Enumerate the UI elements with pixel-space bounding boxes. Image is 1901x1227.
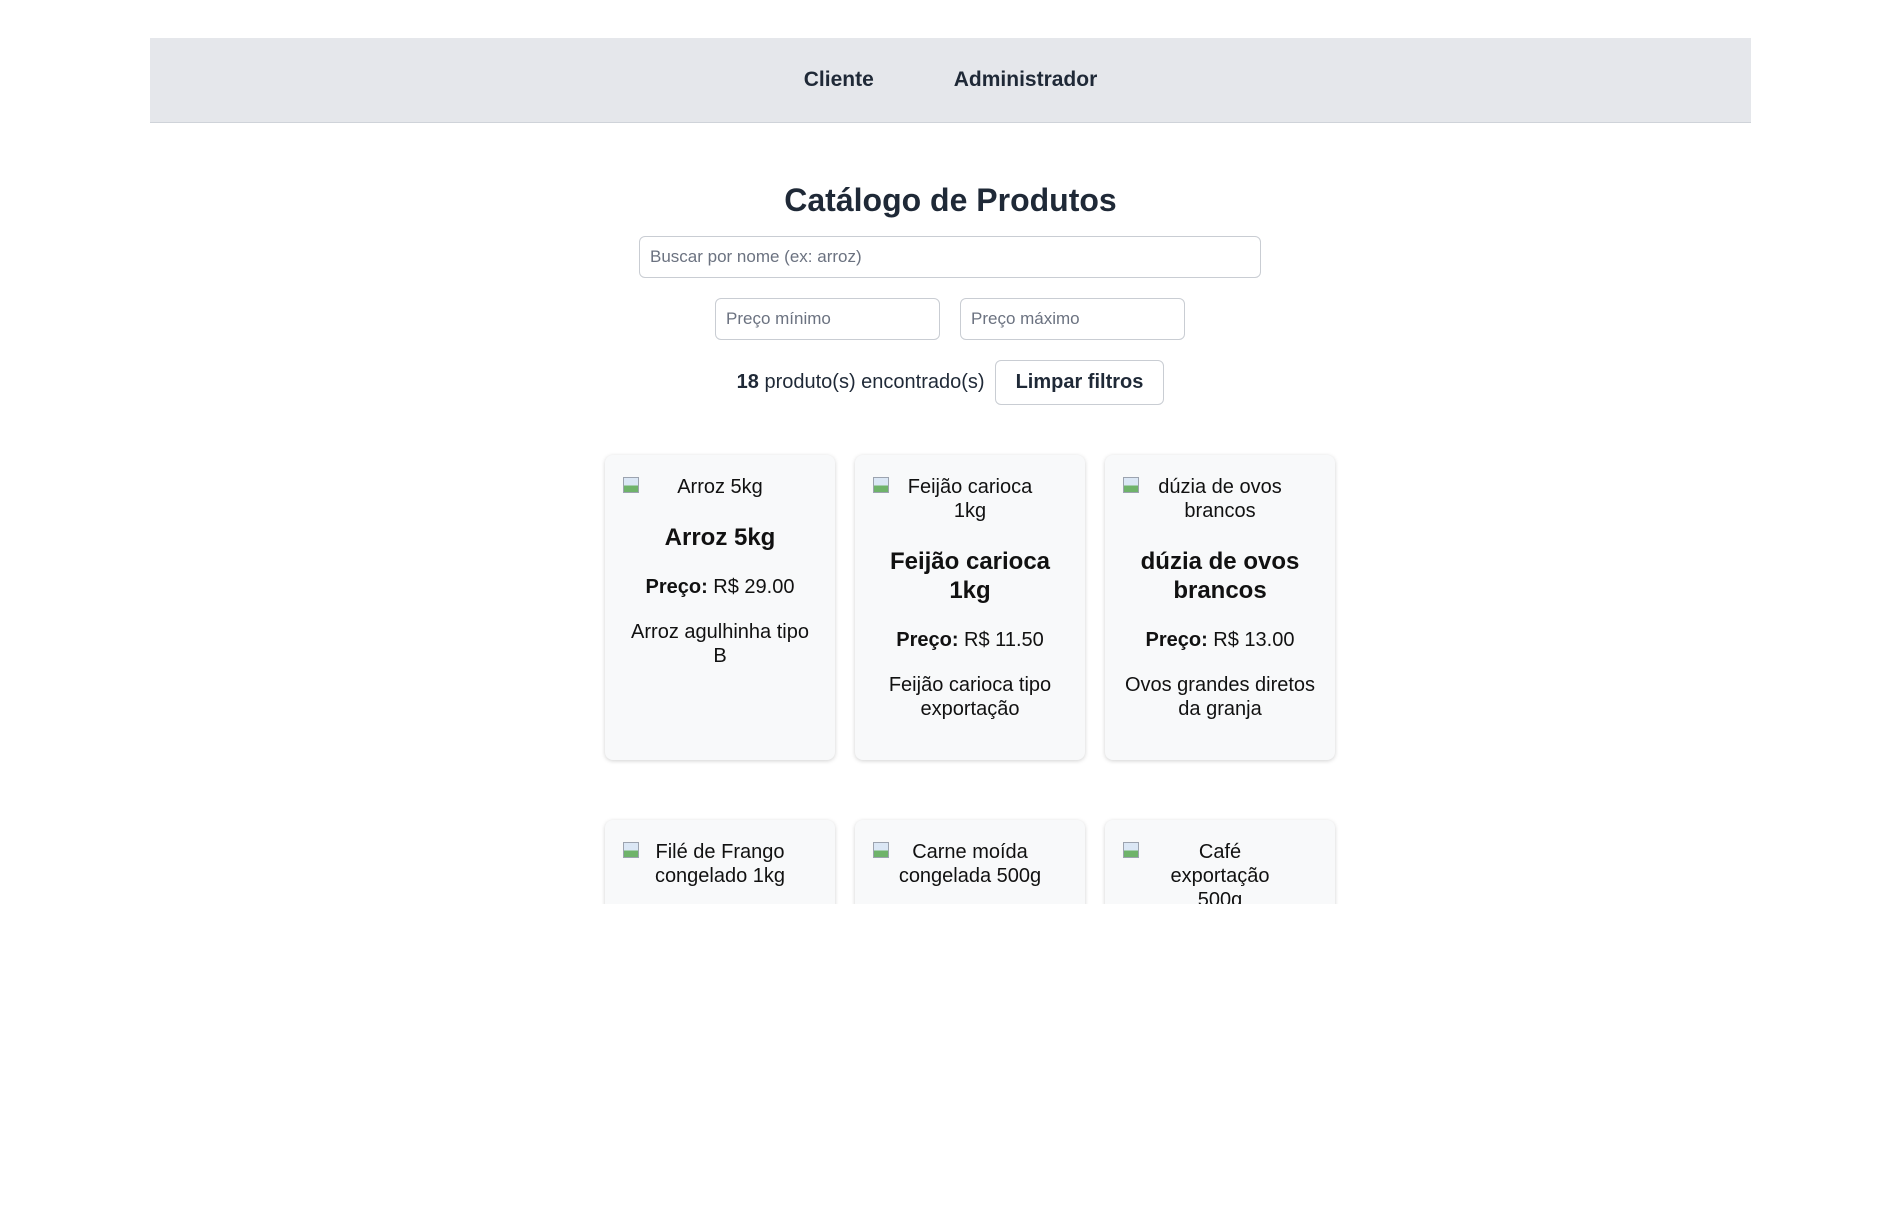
product-image: Feijão carioca 1kg	[873, 475, 1067, 523]
search-input[interactable]	[639, 236, 1261, 278]
product-name: dúzia de ovos brancos	[1140, 548, 1300, 604]
product-image-alt: dúzia de ovos brancos	[1158, 476, 1282, 522]
clear-filters-button[interactable]: Limpar filtros	[994, 360, 1165, 405]
product-card: Arroz 5kg Arroz 5kg Preço: R$ 29.00 Arro…	[605, 455, 835, 760]
product-image: Café exportação 500g	[1123, 840, 1317, 904]
product-description: Ovos grandes diretos da granja	[1124, 674, 1316, 720]
results-count-suffix: produto(s) encontrado(s)	[758, 371, 985, 393]
product-image: Carne moída congelada 500g	[873, 840, 1067, 888]
product-image-alt: Filé de Frango congelado 1kg	[654, 841, 786, 887]
product-grid: Arroz 5kg Arroz 5kg Preço: R$ 29.00 Arro…	[605, 455, 1336, 904]
product-price-label: Preço:	[645, 576, 708, 598]
broken-image-icon	[873, 842, 889, 858]
product-card: Filé de Frango congelado 1kg	[605, 820, 835, 904]
product-image-alt: Café exportação 500g	[1170, 841, 1270, 904]
product-price-label: Preço:	[1145, 629, 1208, 651]
results-count: 18	[736, 371, 759, 393]
results-count-text: 18 produto(s) encontrado(s)	[737, 371, 985, 394]
product-card: Carne moída congelada 500g	[855, 820, 1085, 904]
product-name: Arroz 5kg	[664, 524, 776, 551]
product-price: Preço: R$ 13.00	[1123, 627, 1317, 653]
broken-image-icon	[623, 477, 639, 493]
product-price-label: Preço:	[896, 629, 959, 651]
product-price-value: R$ 29.00	[707, 576, 795, 598]
product-image-alt: Feijão carioca 1kg	[907, 476, 1033, 522]
broken-image-icon	[623, 842, 639, 858]
product-image-alt: Carne moída congelada 500g	[898, 841, 1042, 887]
results-bar: 18 produto(s) encontrado(s) Limpar filtr…	[0, 360, 1901, 405]
product-card: Café exportação 500g	[1105, 820, 1335, 904]
product-description: Arroz agulhinha tipo B	[631, 621, 809, 667]
product-image: Arroz 5kg	[623, 475, 817, 499]
product-list-viewport[interactable]: Arroz 5kg Arroz 5kg Preço: R$ 29.00 Arro…	[0, 440, 1901, 904]
product-image: Filé de Frango congelado 1kg	[623, 840, 817, 888]
top-nav: Cliente Administrador	[150, 38, 1751, 123]
product-name: Feijão carioca 1kg	[889, 548, 1051, 604]
min-price-input[interactable]	[715, 298, 940, 340]
product-card: Feijão carioca 1kg Feijão carioca 1kg Pr…	[855, 455, 1085, 760]
product-image-alt: Arroz 5kg	[677, 476, 763, 498]
broken-image-icon	[1123, 477, 1139, 493]
nav-administrador-link[interactable]: Administrador	[954, 68, 1098, 92]
broken-image-icon	[1123, 842, 1139, 858]
nav-cliente-link[interactable]: Cliente	[804, 68, 874, 92]
product-image: dúzia de ovos brancos	[1123, 475, 1317, 523]
product-card: dúzia de ovos brancos dúzia de ovos bran…	[1105, 455, 1335, 760]
product-description: Feijão carioca tipo exportação	[888, 674, 1052, 720]
product-price: Preço: R$ 29.00	[623, 574, 817, 600]
broken-image-icon	[873, 477, 889, 493]
product-price-value: R$ 13.00	[1207, 629, 1295, 651]
product-price: Preço: R$ 11.50	[873, 627, 1067, 653]
max-price-input[interactable]	[960, 298, 1185, 340]
page-title: Catálogo de Produtos	[784, 182, 1117, 218]
product-price-value: R$ 11.50	[958, 629, 1044, 651]
